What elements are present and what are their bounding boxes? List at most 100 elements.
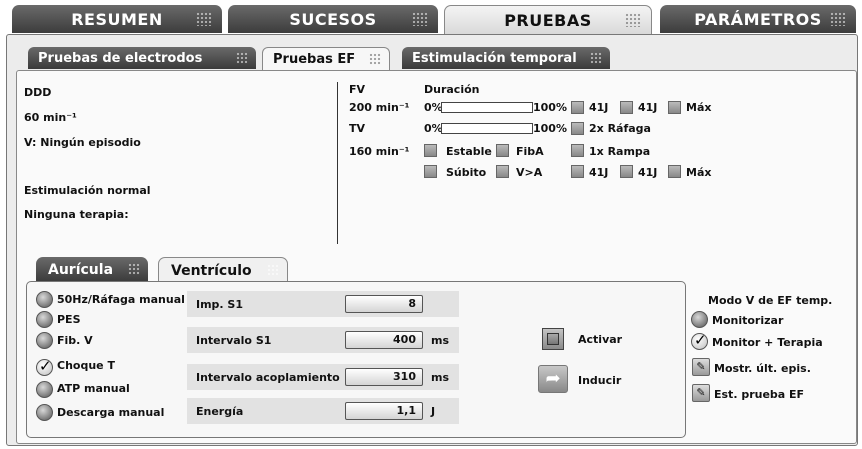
- subtab-lead-tests-label: Pruebas de electrodos: [38, 50, 203, 66]
- interval-s1-field[interactable]: 400: [345, 331, 423, 349]
- tv-bar-end: 100%: [533, 122, 567, 135]
- fv-option-1-icon: [571, 101, 584, 114]
- temp-mode-title: Modo V de EF temp.: [708, 294, 833, 307]
- stable-label: Estable: [446, 145, 492, 158]
- subtab-ep-tests-label: Pruebas EF: [273, 52, 356, 67]
- tab-pruebas[interactable]: PRUEBAS: [444, 5, 652, 35]
- induction-label: Descarga manual: [57, 406, 165, 419]
- tv-bar-start: 0%: [424, 122, 443, 135]
- induction-label: Fib. V: [57, 334, 93, 347]
- grip-icon: [590, 52, 602, 64]
- fv-option-1: 41J: [589, 101, 609, 114]
- energy-unit: J: [431, 405, 436, 418]
- tv-label: TV: [349, 122, 366, 135]
- mode-text: DDD: [24, 86, 52, 99]
- tv-option-1: 41J: [589, 166, 609, 179]
- tab-pruebas-label: PRUEBAS: [504, 11, 592, 30]
- monitor-label: Monitorizar: [712, 314, 784, 327]
- tab-sucesos[interactable]: SUCESOS: [228, 5, 438, 33]
- arrow-icon: ➦: [545, 368, 561, 389]
- tv-option-1-icon: [571, 165, 584, 178]
- divider: [337, 82, 338, 244]
- radio-icon[interactable]: ✓: [36, 357, 53, 376]
- tv-option-2: 41J: [638, 166, 658, 179]
- grip-icon: [196, 12, 212, 26]
- tab-resumen-label: RESUMEN: [71, 9, 163, 29]
- ramp-icon: [571, 144, 584, 157]
- test-state-label: Est. prueba EF: [714, 388, 805, 401]
- subtab-ep-tests[interactable]: Pruebas EF: [262, 47, 390, 71]
- therapy-text: Ninguna terapia:: [24, 208, 129, 221]
- induce-button[interactable]: ➦: [538, 365, 568, 393]
- radio-icon[interactable]: [36, 291, 53, 308]
- tab-resumen[interactable]: RESUMEN: [12, 5, 222, 33]
- fv-bar-end: 100%: [533, 101, 567, 114]
- afib-icon: [496, 144, 509, 157]
- induction-label: PES: [57, 313, 81, 326]
- tv-duration-bar: [441, 123, 533, 134]
- grip-icon: [267, 264, 279, 276]
- fv-duration-bar: [441, 102, 533, 113]
- tv-option-3-icon: [668, 165, 681, 178]
- grip-icon: [369, 53, 381, 65]
- energy-label: Energía: [196, 405, 244, 418]
- grip-icon: [128, 263, 140, 275]
- v-gt-a-icon: [496, 165, 509, 178]
- tv-burst: 2x Ráfaga: [589, 122, 651, 135]
- activate-label: Activar: [578, 333, 623, 346]
- radio-icon[interactable]: [36, 381, 53, 398]
- tab-sucesos-label: SUCESOS: [289, 9, 377, 29]
- stable-icon: [424, 144, 437, 157]
- sudden-icon: [424, 165, 437, 178]
- radio-icon[interactable]: [36, 311, 53, 328]
- ramp-label: 1x Rampa: [589, 145, 651, 158]
- tv-rate: 160 min⁻¹: [349, 145, 410, 158]
- checkmark-icon: ✓: [39, 357, 52, 375]
- coupling-field[interactable]: 310: [345, 368, 423, 386]
- energy-field[interactable]: 1,1: [345, 402, 423, 420]
- induce-label: Inducir: [578, 374, 622, 387]
- radio-icon[interactable]: ✓: [691, 331, 708, 350]
- coupling-label: Intervalo acoplamiento: [196, 371, 340, 384]
- induction-label: ATP manual: [57, 382, 130, 395]
- wrench-icon[interactable]: ✎: [692, 384, 710, 402]
- rate-text: 60 min⁻¹: [24, 111, 77, 124]
- activate-button[interactable]: [542, 328, 564, 350]
- tv-burst-icon: [571, 122, 584, 135]
- imp-s1-label: Imp. S1: [196, 298, 244, 311]
- imp-s1-field[interactable]: 8: [345, 295, 423, 313]
- grip-icon: [236, 52, 248, 64]
- tab-atrium-label: Aurícula: [48, 261, 114, 278]
- tab-parametros-label: PARÁMETROS: [694, 9, 822, 29]
- induction-label: 50Hz/Ráfaga manual: [57, 293, 185, 306]
- checkmark-icon: ✓: [694, 331, 707, 349]
- wrench-icon[interactable]: ✎: [692, 358, 710, 376]
- fv-label: FV: [349, 83, 366, 96]
- tab-parametros[interactable]: PARÁMETROS: [660, 5, 856, 33]
- fv-rate: 200 min⁻¹: [349, 101, 410, 114]
- fv-option-2-icon: [620, 101, 633, 114]
- fv-option-3-icon: [668, 101, 681, 114]
- grip-icon: [830, 12, 846, 26]
- grip-icon: [412, 12, 428, 26]
- subtab-lead-tests[interactable]: Pruebas de electrodos: [28, 47, 256, 69]
- radio-icon[interactable]: [691, 311, 708, 328]
- grip-icon: [625, 13, 641, 27]
- last-episode-label: Mostr. últ. epis.: [714, 362, 811, 375]
- interval-s1-unit: ms: [431, 334, 450, 347]
- radio-icon[interactable]: [36, 332, 53, 349]
- stop-icon: [547, 333, 559, 345]
- sudden-label: Súbito: [446, 166, 487, 179]
- subtab-temp-pacing[interactable]: Estimulación temporal: [402, 47, 610, 69]
- episode-text: V: Ningún episodio: [24, 136, 141, 149]
- pacing-text: Estimulación normal: [24, 184, 151, 197]
- duration-label: Duración: [424, 83, 480, 96]
- fv-bar-start: 0%: [424, 101, 443, 114]
- tab-atrium[interactable]: Aurícula: [36, 257, 148, 282]
- tab-ventricle[interactable]: Ventrículo: [158, 257, 288, 283]
- fv-option-2: 41J: [638, 101, 658, 114]
- radio-icon[interactable]: [36, 404, 53, 421]
- monitor-therapy-label: Monitor + Terapia: [712, 336, 823, 349]
- tv-option-2-icon: [620, 165, 633, 178]
- tv-option-3: Máx: [686, 166, 712, 179]
